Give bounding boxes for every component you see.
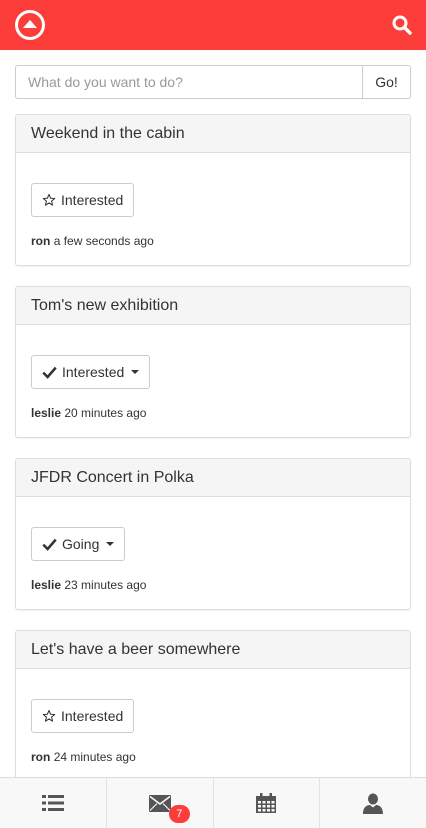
- caret-down-icon: [106, 542, 115, 546]
- activity-search-form: Go!: [15, 65, 411, 99]
- interested-button[interactable]: Interested: [31, 183, 135, 217]
- tab-profile[interactable]: [320, 778, 426, 828]
- post-card: Weekend in the cabin Interested ron a fe…: [15, 114, 411, 266]
- post-author: ron: [31, 234, 51, 248]
- star-outline-icon: [42, 709, 56, 722]
- post-title: Let's have a beer somewhere: [16, 631, 410, 669]
- check-icon: [42, 538, 57, 551]
- interested-button[interactable]: Interested: [31, 699, 135, 733]
- user-icon: [363, 793, 384, 814]
- check-icon: [42, 366, 57, 379]
- post-card: Let's have a beer somewhere Interested r…: [15, 630, 411, 782]
- rsvp-label: Interested: [61, 708, 124, 724]
- rsvp-label: Interested: [62, 364, 125, 380]
- tab-messages[interactable]: 7: [107, 778, 214, 828]
- rsvp-label: Interested: [61, 192, 124, 208]
- rsvp-label: Going: [62, 536, 100, 552]
- post-author: leslie: [31, 578, 62, 592]
- post-meta: leslie 23 minutes ago: [31, 578, 146, 592]
- post-time: 20 minutes ago: [64, 406, 147, 420]
- up-arrow-circle-icon[interactable]: [14, 9, 46, 41]
- post-card: JFDR Concert in Polka Going leslie 23 mi…: [15, 458, 411, 610]
- tab-calendar[interactable]: [214, 778, 321, 828]
- calendar-icon: [256, 793, 277, 813]
- post-time: a few seconds ago: [53, 234, 154, 248]
- post-title: Weekend in the cabin: [16, 115, 410, 153]
- activity-input[interactable]: [15, 65, 362, 99]
- post-author: ron: [31, 750, 51, 764]
- list-icon: [41, 795, 64, 811]
- going-dropdown-button[interactable]: Going: [31, 527, 126, 561]
- post-meta: ron a few seconds ago: [31, 234, 154, 248]
- post-author: leslie: [31, 406, 62, 420]
- go-button[interactable]: Go!: [362, 65, 411, 99]
- unread-badge: 7: [168, 805, 190, 823]
- post-meta: leslie 20 minutes ago: [31, 406, 146, 420]
- tab-feed[interactable]: [0, 778, 107, 828]
- post-card: Tom's new exhibition Interested leslie 2…: [15, 286, 411, 438]
- caret-down-icon: [131, 370, 140, 374]
- star-outline-icon: [42, 193, 56, 206]
- post-title: JFDR Concert in Polka: [16, 459, 410, 497]
- post-time: 24 minutes ago: [53, 750, 136, 764]
- top-bar: [0, 0, 426, 50]
- post-title: Tom's new exhibition: [16, 287, 410, 325]
- search-icon[interactable]: [390, 13, 414, 37]
- post-time: 23 minutes ago: [64, 578, 147, 592]
- envelope-icon: [148, 794, 171, 812]
- post-meta: ron 24 minutes ago: [31, 750, 136, 764]
- interested-dropdown-button[interactable]: Interested: [31, 355, 151, 389]
- bottom-tab-bar: 7: [0, 777, 426, 828]
